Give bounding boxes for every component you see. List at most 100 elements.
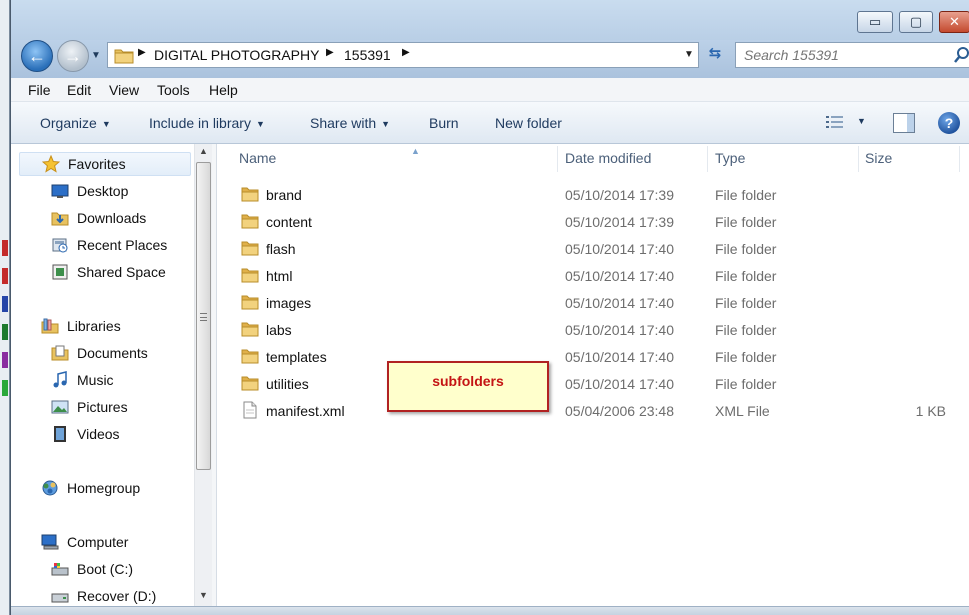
scroll-down-icon[interactable]: ▼	[199, 590, 208, 600]
command-bar: Organize ▼ Include in library ▼ Share with…	[11, 102, 969, 144]
file-name: manifest.xml	[266, 403, 345, 419]
folder-icon	[241, 374, 259, 392]
explorer-window: ▭ ▢ ✕ ← → ▼ ▶ DIGITAL PHOTOGRAPHY ▶ 1553…	[10, 0, 969, 615]
breadcrumb-segment[interactable]: 155391	[344, 47, 391, 63]
file-date-modified: 05/10/2014 17:40	[565, 349, 674, 365]
file-date-modified: 05/10/2014 17:40	[565, 241, 674, 257]
menu-view[interactable]: View	[109, 82, 139, 98]
xml-file-icon	[241, 401, 259, 419]
menu-help[interactable]: Help	[209, 82, 238, 98]
refresh-icon[interactable]: ⇆	[703, 43, 727, 67]
breadcrumb-segment[interactable]: DIGITAL PHOTOGRAPHY	[154, 47, 319, 63]
preview-pane-icon[interactable]	[893, 113, 915, 133]
file-row[interactable]: templates 05/10/2014 17:40 File folder	[217, 344, 969, 371]
help-icon[interactable]: ?	[938, 112, 960, 134]
file-type: XML File	[715, 403, 770, 419]
organize-button[interactable]: Organize ▼	[40, 115, 111, 131]
nav-favorites-label: Favorites	[68, 156, 126, 172]
file-date-modified: 05/10/2014 17:40	[565, 295, 674, 311]
breadcrumb-arrow[interactable]: ▶	[138, 47, 146, 58]
file-type: File folder	[715, 187, 777, 203]
videos-icon	[54, 426, 66, 442]
nav-shared-space-label: Shared Space	[77, 264, 166, 280]
file-row[interactable]: content 05/10/2014 17:39 File folder	[217, 209, 969, 236]
callout-text: subfolders	[432, 373, 504, 389]
file-row[interactable]: labs 05/10/2014 17:40 File folder	[217, 317, 969, 344]
navigation-scrollbar[interactable]: ▲ ▼	[194, 144, 212, 606]
nav-drive-d-label: Recover (D:)	[77, 588, 157, 604]
column-header-date[interactable]: Date modified	[565, 150, 705, 174]
nav-recent-places-label: Recent Places	[77, 237, 168, 253]
file-row[interactable]: images 05/10/2014 17:40 File folder	[217, 290, 969, 317]
breadcrumb-arrow[interactable]: ▶	[326, 47, 334, 58]
search-icon[interactable]	[954, 45, 969, 65]
star-icon	[42, 155, 60, 173]
search-box[interactable]	[735, 42, 969, 68]
file-type: File folder	[715, 268, 777, 284]
file-row[interactable]: utilities 05/10/2014 17:40 File folder	[217, 371, 969, 398]
caret-down-icon: ▼	[381, 119, 391, 129]
burn-button[interactable]: Burn	[429, 115, 459, 131]
menu-file[interactable]: File	[28, 82, 51, 98]
column-divider[interactable]	[959, 146, 960, 172]
menu-tools[interactable]: Tools	[157, 82, 190, 98]
share-with-button[interactable]: Share with ▼	[310, 115, 390, 131]
file-name: labs	[266, 322, 292, 338]
include-in-library-label: Include in library	[149, 115, 251, 131]
scroll-thumb[interactable]	[196, 162, 211, 470]
menu-bar: File Edit View Tools Help	[11, 78, 969, 102]
search-input[interactable]	[744, 46, 944, 64]
folder-icon	[241, 347, 259, 365]
menu-edit[interactable]: Edit	[67, 82, 91, 98]
shared-space-icon	[52, 264, 68, 280]
nav-downloads-label: Downloads	[77, 210, 147, 226]
column-divider[interactable]	[557, 146, 558, 172]
maximize-button[interactable]: ▢	[899, 11, 933, 33]
file-date-modified: 05/10/2014 17:40	[565, 376, 674, 392]
pictures-icon	[51, 400, 69, 414]
address-dropdown-icon[interactable]: ▼	[684, 49, 694, 60]
breadcrumb-arrow[interactable]: ▶	[402, 47, 410, 58]
nav-documents-label: Documents	[77, 345, 148, 361]
column-divider[interactable]	[707, 146, 708, 172]
file-type: File folder	[715, 349, 777, 365]
column-header-name[interactable]: Name ▲	[239, 146, 539, 174]
column-divider[interactable]	[858, 146, 859, 172]
background-window-strip	[0, 0, 10, 615]
desktop-icon	[51, 184, 69, 198]
nav-libraries-label: Libraries	[67, 318, 121, 334]
back-button[interactable]: ←	[21, 40, 53, 72]
file-row[interactable]: flash 05/10/2014 17:40 File folder	[217, 236, 969, 263]
forward-button[interactable]: →	[57, 40, 89, 72]
minimize-button[interactable]: ▭	[857, 11, 893, 33]
new-folder-button[interactable]: New folder	[495, 115, 562, 131]
folder-icon	[241, 212, 259, 230]
column-header-type[interactable]: Type	[715, 150, 855, 174]
file-type: File folder	[715, 322, 777, 338]
file-date-modified: 05/10/2014 17:39	[565, 187, 674, 203]
file-date-modified: 05/10/2014 17:40	[565, 268, 674, 284]
nav-favorites[interactable]: Favorites	[19, 152, 191, 176]
share-with-label: Share with	[310, 115, 377, 131]
views-dropdown-icon[interactable]: ▼	[857, 116, 866, 126]
folder-icon	[241, 266, 259, 284]
recent-pages-dropdown[interactable]: ▼	[91, 50, 103, 61]
folder-icon	[241, 320, 259, 338]
file-row[interactable]: html 05/10/2014 17:40 File folder	[217, 263, 969, 290]
file-row[interactable]: brand 05/10/2014 17:39 File folder	[217, 182, 969, 209]
navigation-pane: Favorites Desktop Downloads Recent Place…	[11, 144, 194, 615]
file-size: 1 KB	[915, 403, 946, 419]
file-name: images	[266, 295, 312, 311]
include-in-library-button[interactable]: Include in library ▼	[149, 115, 265, 131]
close-button[interactable]: ✕	[939, 11, 969, 33]
file-row[interactable]: manifest.xml 05/04/2006 23:48 XML File 1 KB	[217, 398, 969, 425]
nav-computer-label: Computer	[67, 534, 129, 550]
file-name: flash	[266, 241, 296, 257]
views-icon[interactable]	[825, 114, 845, 132]
address-bar[interactable]: ▶ DIGITAL PHOTOGRAPHY ▶ 155391 ▶ ▼	[107, 42, 699, 68]
folder-icon	[241, 239, 259, 257]
scroll-up-icon[interactable]: ▲	[199, 146, 208, 156]
file-name: templates	[266, 349, 327, 365]
column-header-size[interactable]: Size	[865, 150, 955, 174]
file-type: File folder	[715, 376, 777, 392]
